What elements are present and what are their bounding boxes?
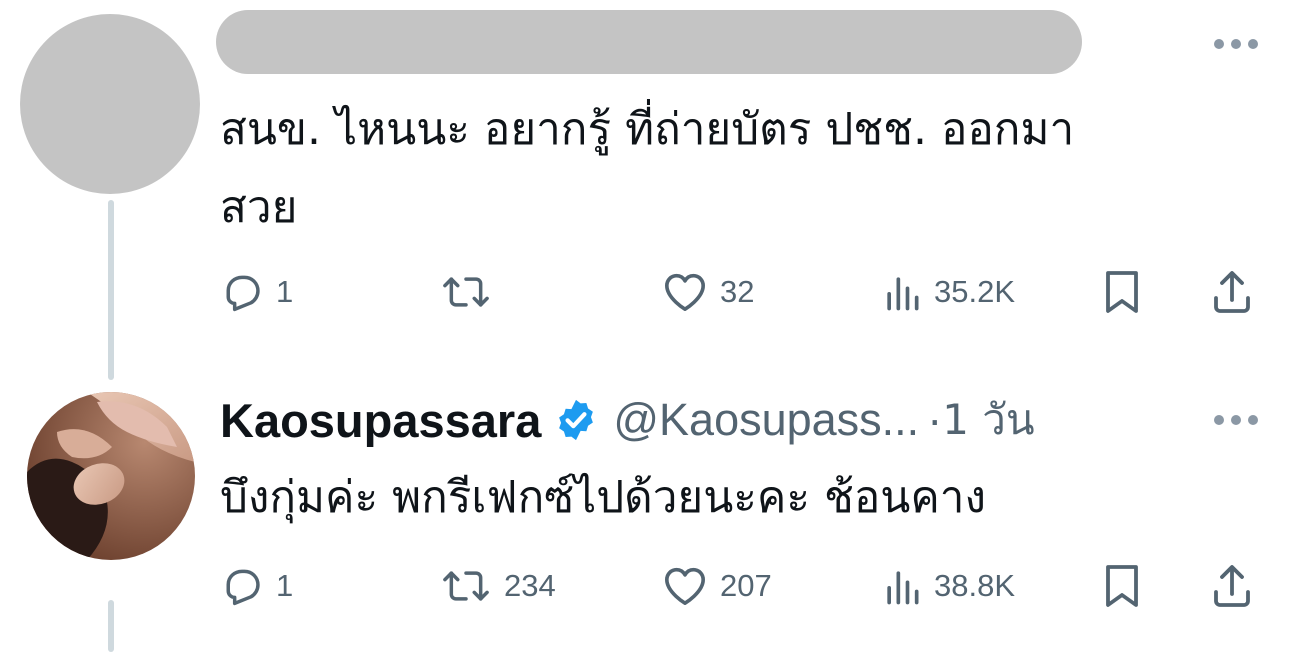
reply-icon — [226, 275, 260, 312]
avatar-redacted[interactable] — [20, 14, 200, 194]
reply-icon — [226, 569, 260, 606]
reply-count: 1 — [276, 568, 294, 603]
views-icon — [887, 571, 919, 605]
thread-line-upper — [108, 200, 114, 380]
tweet-header: Kaosupassara @Kaosupass... · 1 วัน — [220, 388, 1035, 452]
views-icon — [887, 277, 919, 311]
retweet-icon — [443, 571, 489, 601]
reply-button[interactable]: 1 — [220, 270, 293, 314]
views-count: 35.2K — [934, 274, 1016, 309]
retweet-count: 234 — [504, 568, 556, 603]
bookmark-icon — [1106, 565, 1138, 607]
views-button[interactable]: 38.8K — [882, 564, 1015, 608]
verified-badge-icon — [559, 399, 594, 441]
like-count: 207 — [720, 568, 772, 603]
bookmark-button[interactable] — [1100, 562, 1144, 610]
display-name[interactable]: Kaosupassara — [220, 393, 541, 448]
like-icon — [665, 567, 705, 606]
like-button[interactable]: 207 — [662, 564, 772, 608]
bookmark-button[interactable] — [1100, 268, 1144, 316]
tweet-text: บึงกุ่มค่ะ พกรีเฟกซ์ไปด้วยนะคะ ช้อนคาง — [220, 472, 986, 523]
thread-line-lower — [108, 600, 114, 652]
retweet-button[interactable]: 234 — [440, 564, 556, 608]
avatar-photo — [27, 392, 195, 560]
tweet-text-line-2: สวย — [220, 182, 298, 233]
share-button[interactable] — [1208, 562, 1256, 610]
reply-count: 1 — [276, 274, 294, 309]
views-button[interactable]: 35.2K — [882, 270, 1015, 314]
more-icon[interactable] — [1214, 412, 1258, 428]
share-icon — [1214, 271, 1250, 313]
tweet-text-line-1: สนข. ไหนนะ อยากรู้ ที่ถ่ายบัตร ปชช. ออกม… — [220, 104, 1075, 155]
more-icon[interactable] — [1214, 36, 1258, 52]
reply-button[interactable]: 1 — [220, 564, 293, 608]
bookmark-icon — [1106, 271, 1138, 313]
share-icon — [1214, 565, 1250, 607]
retweet-icon — [443, 277, 489, 307]
like-count: 32 — [720, 274, 755, 309]
timestamp[interactable]: 1 วัน — [942, 387, 1034, 453]
avatar-kaosupassara[interactable] — [27, 392, 195, 560]
views-count: 38.8K — [934, 568, 1016, 603]
retweet-button[interactable] — [440, 270, 504, 314]
share-button[interactable] — [1208, 268, 1256, 316]
like-button[interactable]: 32 — [662, 270, 754, 314]
separator-dot: · — [927, 394, 943, 445]
author-name-redacted — [216, 10, 1082, 74]
like-icon — [665, 273, 705, 312]
user-handle[interactable]: @Kaosupass... — [613, 394, 919, 446]
